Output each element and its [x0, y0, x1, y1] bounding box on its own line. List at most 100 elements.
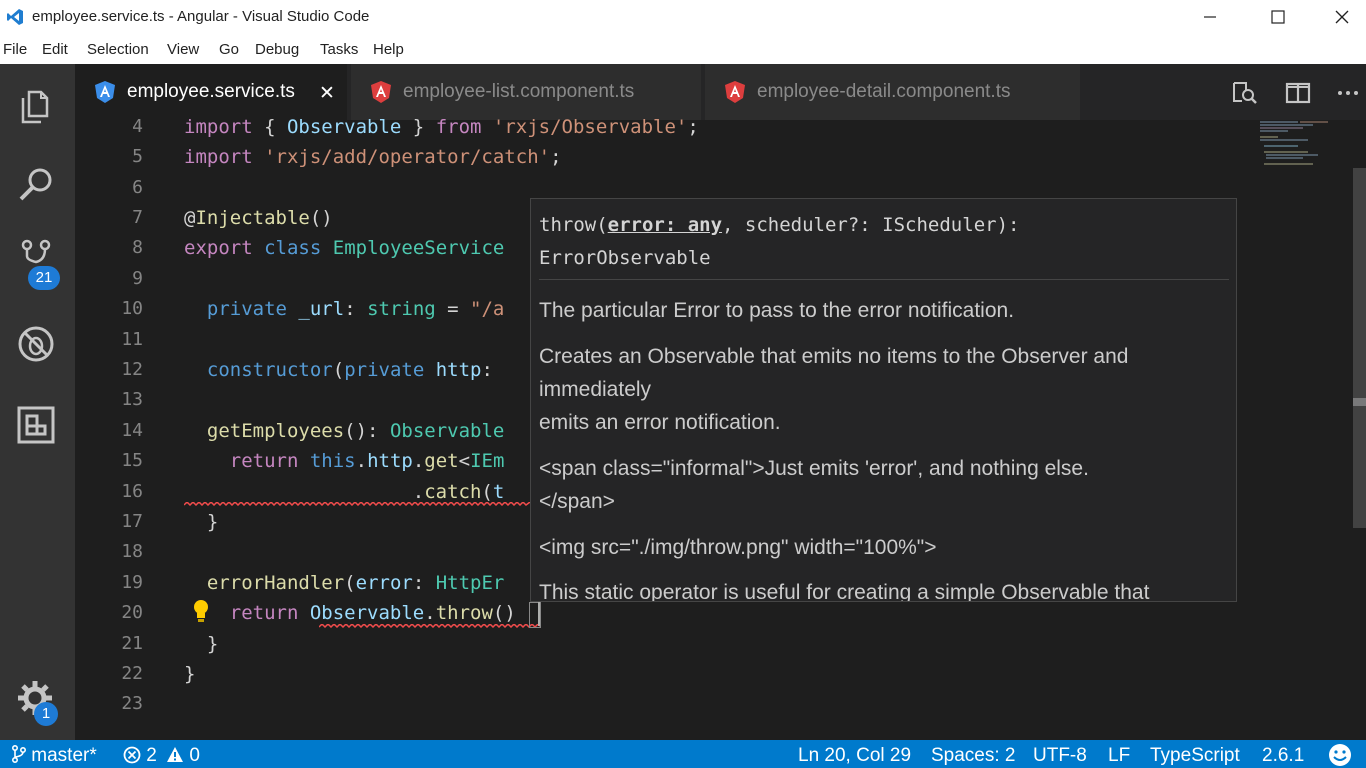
cursor-position[interactable]: Ln 20, Col 29	[798, 745, 911, 767]
activity-bar: 21 1	[0, 64, 75, 740]
menu-bar: File Edit Selection View Go Debug Tasks …	[0, 35, 1366, 65]
error-count: 2	[146, 745, 157, 766]
signature-prefix: throw(	[539, 214, 608, 236]
code-text: getEmployees(): Observable	[206, 420, 505, 442]
tab-label: employee.service.ts	[127, 81, 295, 102]
line-number: 23	[121, 693, 143, 714]
menu-view[interactable]: View	[167, 41, 199, 58]
error-squiggle	[319, 624, 541, 628]
line-number: 20	[121, 602, 143, 623]
menu-help[interactable]: Help	[373, 41, 404, 58]
return-type: ErrorObservable	[539, 247, 711, 269]
more-actions-button[interactable]	[1334, 80, 1362, 106]
minimap[interactable]	[1258, 120, 1338, 180]
angular-icon	[725, 81, 745, 103]
error-squiggle	[184, 502, 530, 506]
line-number: 14	[121, 420, 143, 441]
branch-status[interactable]: master*	[11, 744, 97, 767]
problems-status[interactable]: 2 0	[123, 745, 200, 767]
code-text: constructor(private http:	[206, 359, 493, 381]
doc-paragraph: </span>	[539, 490, 615, 513]
doc-paragraph: <span class="informal">Just emits 'error…	[539, 457, 1089, 480]
code-text: errorHandler(error: HttpEr	[206, 572, 505, 594]
debug-icon	[18, 326, 54, 362]
line-number: 17	[121, 511, 143, 532]
code-text: @Injectable()	[184, 207, 333, 229]
line-number: 15	[121, 450, 143, 471]
hover-documentation-widget[interactable]: throw(error: any, scheduler?: IScheduler…	[530, 198, 1237, 602]
warning-count: 0	[189, 745, 200, 766]
git-branch-icon	[11, 744, 27, 764]
explorer-button[interactable]	[15, 82, 59, 126]
line-number: 12	[121, 359, 143, 380]
tab-close-icon[interactable]: ✕	[319, 82, 335, 104]
line-number: 9	[132, 268, 143, 289]
code-text: import { Observable } from 'rxjs/Observa…	[184, 116, 699, 138]
menu-debug[interactable]: Debug	[255, 41, 299, 58]
more-icon	[1338, 91, 1358, 95]
line-number: 13	[121, 389, 143, 410]
lightbulb-icon[interactable]	[191, 598, 211, 624]
menu-file[interactable]: File	[3, 41, 27, 58]
line-number: 16	[121, 481, 143, 502]
split-editor-button[interactable]	[1284, 80, 1312, 106]
error-icon	[123, 746, 141, 764]
tab-label: employee-list.component.ts	[403, 81, 635, 102]
doc-paragraph: This static operator is useful for creat…	[539, 581, 1150, 602]
debug-button[interactable]	[15, 322, 59, 366]
eol-status[interactable]: LF	[1108, 745, 1130, 767]
code-line: 5 import 'rxjs/add/operator/catch';	[75, 142, 1255, 172]
search-button[interactable]	[15, 162, 59, 206]
warning-icon	[167, 747, 184, 762]
language-mode[interactable]: TypeScript	[1150, 745, 1240, 767]
feedback-smiley-icon[interactable]	[1328, 743, 1352, 767]
code-text: return this.http.get<IEm	[229, 450, 505, 472]
line-number: 11	[121, 329, 143, 350]
settings-badge: 1	[34, 702, 58, 726]
close-window-button[interactable]	[1319, 0, 1365, 35]
encoding-status[interactable]: UTF-8	[1033, 745, 1087, 767]
vscode-logo-icon	[7, 9, 23, 25]
tab-label: employee-detail.component.ts	[757, 81, 1011, 102]
explorer-icon	[21, 90, 49, 124]
split-editor-icon	[1285, 82, 1311, 104]
line-number: 4	[132, 116, 143, 137]
extensions-button[interactable]	[15, 402, 59, 446]
angular-icon	[95, 81, 115, 103]
scrollbar-thumb[interactable]	[1353, 398, 1366, 406]
doc-paragraph: Creates an Observable that emits no item…	[539, 345, 1129, 368]
line-number: 10	[121, 298, 143, 319]
vertical-scrollbar[interactable]	[1353, 168, 1366, 528]
title-bar: employee.service.ts - Angular - Visual S…	[0, 0, 1366, 35]
doc-paragraph: <img src="./img/throw.png" width="100%">	[539, 536, 937, 559]
window-title: employee.service.ts - Angular - Visual S…	[32, 8, 370, 25]
search-icon	[19, 168, 52, 201]
code-line: 23	[75, 689, 1255, 719]
doc-paragraph: emits an error notification.	[539, 411, 781, 434]
angular-icon	[371, 81, 391, 103]
active-parameter: error: any	[607, 214, 723, 236]
minimize-button[interactable]	[1187, 0, 1233, 35]
menu-go[interactable]: Go	[219, 41, 239, 58]
divider	[539, 279, 1229, 280]
line-number: 6	[132, 177, 143, 198]
menu-edit[interactable]: Edit	[42, 41, 68, 58]
code-text: private _url: string = "/a	[206, 298, 505, 320]
code-text: }	[184, 511, 219, 533]
menu-tasks[interactable]: Tasks	[320, 41, 358, 58]
indentation-status[interactable]: Spaces: 2	[931, 745, 1016, 767]
code-text: }	[184, 663, 196, 685]
code-text: }	[184, 633, 219, 655]
minimize-icon	[1204, 16, 1216, 18]
text-cursor	[538, 602, 540, 626]
line-number: 22	[121, 663, 143, 684]
maximize-button[interactable]	[1255, 0, 1301, 35]
menu-selection[interactable]: Selection	[87, 41, 149, 58]
typescript-version[interactable]: 2.6.1	[1262, 745, 1304, 767]
line-number: 21	[121, 633, 143, 654]
extensions-icon	[17, 406, 55, 444]
open-changes-button[interactable]	[1231, 80, 1259, 106]
doc-paragraph: immediately	[539, 378, 652, 401]
doc-paragraph: The particular Error to pass to the erro…	[539, 299, 1015, 322]
code-line: 4 import { Observable } from 'rxjs/Obser…	[75, 112, 1255, 142]
